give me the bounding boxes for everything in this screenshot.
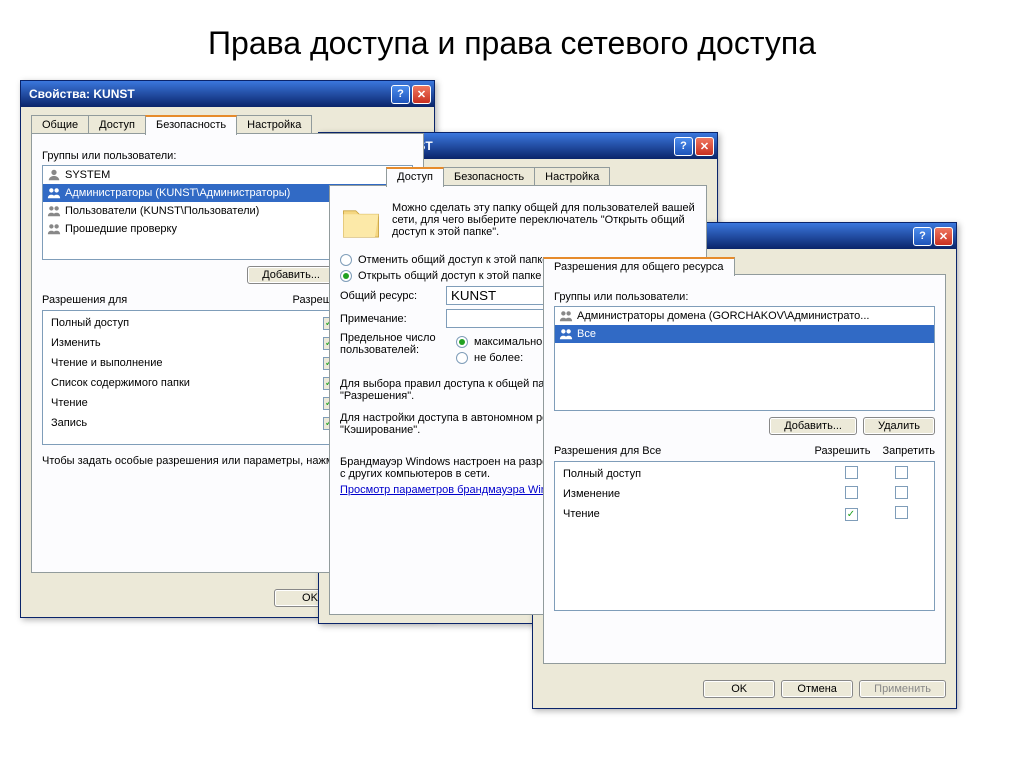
user-icon (47, 204, 61, 218)
checkbox[interactable] (895, 486, 908, 499)
add-button[interactable]: Добавить... (247, 266, 335, 284)
close-icon[interactable]: ✕ (695, 137, 714, 156)
add-button[interactable]: Добавить... (769, 417, 857, 435)
tab-customize[interactable]: Настройка (534, 167, 610, 186)
tab-security[interactable]: Безопасность (443, 167, 535, 186)
help-icon[interactable]: ? (391, 85, 410, 104)
tab-sharing[interactable]: Доступ (386, 167, 444, 187)
help-icon[interactable]: ? (913, 227, 932, 246)
permissions-window: Разрешения для KUNST ? ✕ Разрешения для … (532, 222, 957, 709)
checkbox[interactable] (895, 506, 908, 519)
page-title: Права доступа и права сетевого доступа (0, 0, 1024, 82)
cancel-button[interactable]: Отмена (781, 680, 853, 698)
checkbox[interactable]: ✓ (845, 508, 858, 521)
list-item: SYSTEM (43, 166, 412, 184)
tab-panel-permissions: Группы или пользователи: Администраторы … (543, 274, 946, 664)
allow-label: Разрешить (814, 445, 870, 457)
comment-label: Примечание: (340, 313, 440, 325)
tab-share-permissions[interactable]: Разрешения для общего ресурса (543, 257, 735, 276)
tab-sharing[interactable]: Доступ (88, 115, 146, 134)
groups-label: Группы или пользователи: (42, 150, 413, 162)
user-icon (47, 222, 61, 236)
checkbox[interactable] (895, 466, 908, 479)
user-icon (559, 327, 573, 341)
remove-button[interactable]: Удалить (863, 417, 935, 435)
permissions-label: Разрешения для (42, 294, 127, 306)
title-text: Свойства: KUNST (29, 87, 391, 101)
apply-button[interactable]: Применить (859, 680, 946, 698)
permissions-box: Полный доступ Изменение Чтение✓ (554, 461, 935, 611)
radio-open-share[interactable] (340, 270, 352, 282)
checkbox[interactable] (845, 466, 858, 479)
permissions-label: Разрешения для Все (554, 445, 661, 457)
tab-customize[interactable]: Настройка (236, 115, 312, 134)
user-icon (47, 186, 61, 200)
close-icon[interactable]: ✕ (412, 85, 431, 104)
close-icon[interactable]: ✕ (934, 227, 953, 246)
groups-label: Группы или пользователи: (554, 291, 935, 303)
max-users-label: Предельное число пользователей: (340, 332, 450, 356)
list-item: Администраторы домена (GORCHAKOV\Админис… (555, 307, 934, 325)
tab-security[interactable]: Безопасность (145, 115, 237, 135)
radio-max[interactable] (456, 336, 468, 348)
folder-share-icon (340, 202, 382, 244)
checkbox[interactable] (845, 486, 858, 499)
radio-limit[interactable] (456, 352, 468, 364)
ok-button[interactable]: OK (703, 680, 775, 698)
radio-deny-share[interactable] (340, 254, 352, 266)
user-icon (559, 309, 573, 323)
deny-label: Запретить (882, 445, 935, 457)
list-item: Все (555, 325, 934, 343)
user-icon (47, 168, 61, 182)
help-icon[interactable]: ? (674, 137, 693, 156)
tab-general[interactable]: Общие (31, 115, 89, 134)
share-info: Можно сделать эту папку общей для пользо… (392, 202, 696, 244)
users-listbox-3[interactable]: Администраторы домена (GORCHAKOV\Админис… (554, 306, 935, 411)
share-name-label: Общий ресурс: (340, 290, 440, 302)
titlebar-1[interactable]: Свойства: KUNST ? ✕ (21, 81, 434, 107)
